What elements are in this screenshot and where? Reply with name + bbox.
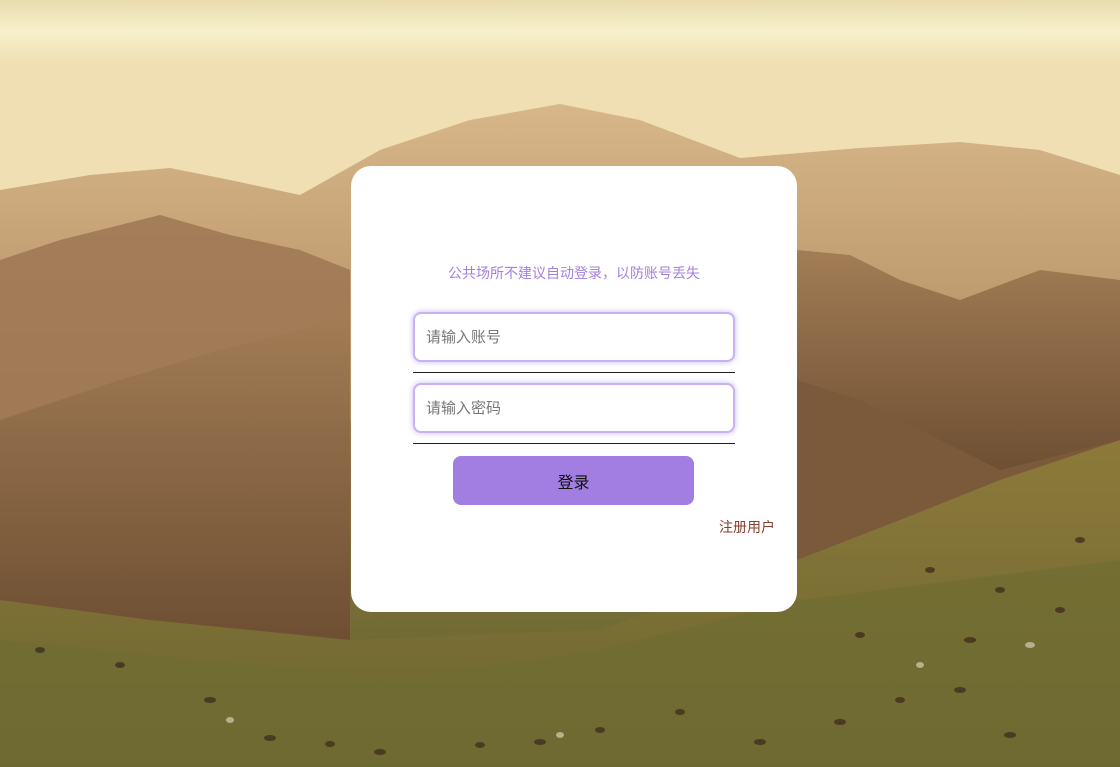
password-input[interactable] (413, 383, 735, 433)
account-input[interactable] (413, 312, 735, 362)
account-field-group (413, 312, 735, 373)
password-underline (413, 443, 735, 444)
register-link[interactable]: 注册用户 (719, 517, 775, 537)
login-button[interactable]: 登录 (453, 456, 694, 505)
login-card: 公共场所不建议自动登录，以防账号丢失 登录 注册用户 (351, 166, 797, 612)
password-field-group (413, 383, 735, 444)
account-underline (413, 372, 735, 373)
security-notice: 公共场所不建议自动登录，以防账号丢失 (448, 266, 700, 282)
